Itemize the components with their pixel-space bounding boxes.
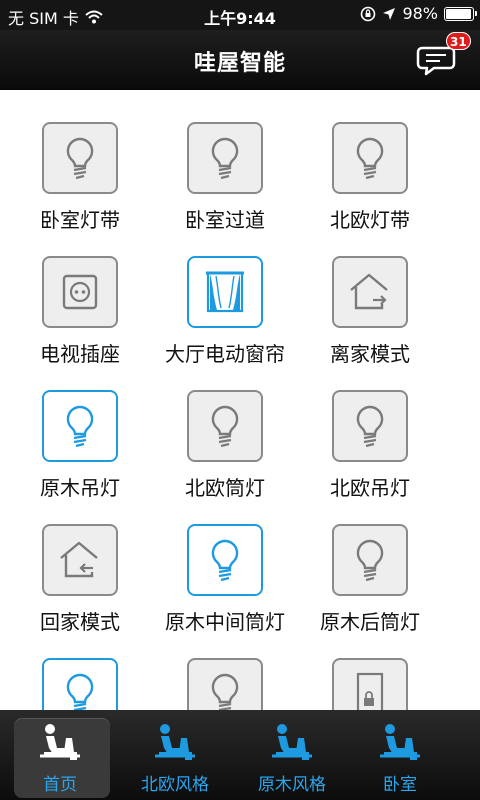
bulb-icon — [66, 673, 94, 710]
return-home-icon — [60, 541, 98, 578]
bulb-icon — [66, 137, 94, 180]
door-lock-icon — [356, 672, 384, 710]
device-icon-box — [332, 658, 408, 710]
device-tile[interactable]: 原木吊灯 — [0, 358, 160, 500]
device-tile[interactable]: 回家模式 — [0, 492, 160, 634]
device-icon-box — [332, 524, 408, 596]
status-left: 无 SIM 卡 — [8, 5, 103, 29]
location-icon — [383, 7, 396, 20]
device-icon-box — [42, 122, 118, 194]
device-tile[interactable]: 卧室过道 — [145, 90, 305, 232]
message-count-badge: 31 — [446, 32, 471, 50]
device-tile[interactable]: 卧室灯带 — [0, 90, 160, 232]
bulb-icon — [211, 405, 239, 448]
device-icon-box — [187, 390, 263, 462]
seated-person-icon — [268, 720, 316, 768]
bottom-tab-bar: 首页 北欧风格 原木风格 卧室 — [0, 710, 480, 800]
bulb-icon — [66, 405, 94, 448]
wifi-icon — [85, 10, 103, 24]
curtain-icon — [206, 271, 244, 313]
tab-label: 卧室 — [383, 775, 417, 795]
device-icon-box — [332, 122, 408, 194]
status-bar: 无 SIM 卡 上午9:44 98% — [0, 0, 480, 30]
seated-person-icon — [36, 720, 84, 768]
leave-home-icon — [350, 273, 388, 310]
device-tile[interactable] — [145, 626, 305, 710]
tab-item[interactable]: 北欧风格 — [115, 710, 235, 800]
tab-label: 北欧风格 — [141, 775, 209, 795]
device-icon-box — [42, 390, 118, 462]
app-screen: 无 SIM 卡 上午9:44 98% 哇屋智能 31 卧室灯带 卧室过道 北欧灯… — [0, 0, 480, 800]
bulb-icon — [356, 539, 384, 582]
device-icon-box — [187, 658, 263, 710]
page-title: 哇屋智能 — [193, 51, 286, 76]
device-icon-box — [42, 524, 118, 596]
rotation-lock-icon — [361, 6, 376, 21]
tab-label: 原木风格 — [258, 775, 326, 795]
status-right: 98% — [360, 4, 477, 23]
device-tile[interactable] — [290, 626, 450, 710]
device-icon-box — [332, 256, 408, 328]
nav-bar: 哇屋智能 — [0, 30, 480, 90]
device-tile[interactable]: 电视插座 — [0, 224, 160, 366]
tab-item[interactable]: 首页 — [0, 710, 120, 800]
tab-item[interactable]: 原木风格 — [232, 710, 352, 800]
bulb-icon — [211, 539, 239, 582]
tab-item[interactable]: 卧室 — [340, 710, 460, 800]
seated-person-icon — [376, 720, 424, 768]
tab-label: 首页 — [43, 775, 77, 795]
device-icon-box — [187, 524, 263, 596]
carrier-label: 无 SIM 卡 — [8, 9, 79, 28]
device-tile[interactable]: 北欧灯带 — [290, 90, 450, 232]
bulb-icon — [211, 137, 239, 180]
device-tile[interactable]: 原木中间筒灯 — [145, 492, 305, 634]
socket-icon — [62, 274, 98, 310]
bulb-icon — [356, 137, 384, 180]
battery-icon — [444, 6, 477, 21]
battery-percent: 98% — [402, 4, 438, 23]
device-icon-box — [42, 256, 118, 328]
battery-fill — [446, 8, 472, 19]
device-icon-box — [187, 256, 263, 328]
seated-person-icon — [151, 720, 199, 768]
device-icon-box — [332, 390, 408, 462]
device-icon-box — [187, 122, 263, 194]
device-tile[interactable]: 原木后筒灯 — [290, 492, 450, 634]
device-tile[interactable]: 北欧吊灯 — [290, 358, 450, 500]
device-tile[interactable]: 北欧筒灯 — [145, 358, 305, 500]
device-tile[interactable]: 离家模式 — [290, 224, 450, 366]
device-icon-box — [42, 658, 118, 710]
device-tile[interactable] — [0, 626, 160, 710]
device-grid: 卧室灯带 卧室过道 北欧灯带 电视插座 大厅电动窗帘 离家模式 原木吊灯 北欧筒灯 北欧吊灯 回家… — [0, 90, 480, 710]
bulb-icon — [211, 673, 239, 710]
bulb-icon — [356, 405, 384, 448]
device-tile[interactable]: 大厅电动窗帘 — [145, 224, 305, 366]
